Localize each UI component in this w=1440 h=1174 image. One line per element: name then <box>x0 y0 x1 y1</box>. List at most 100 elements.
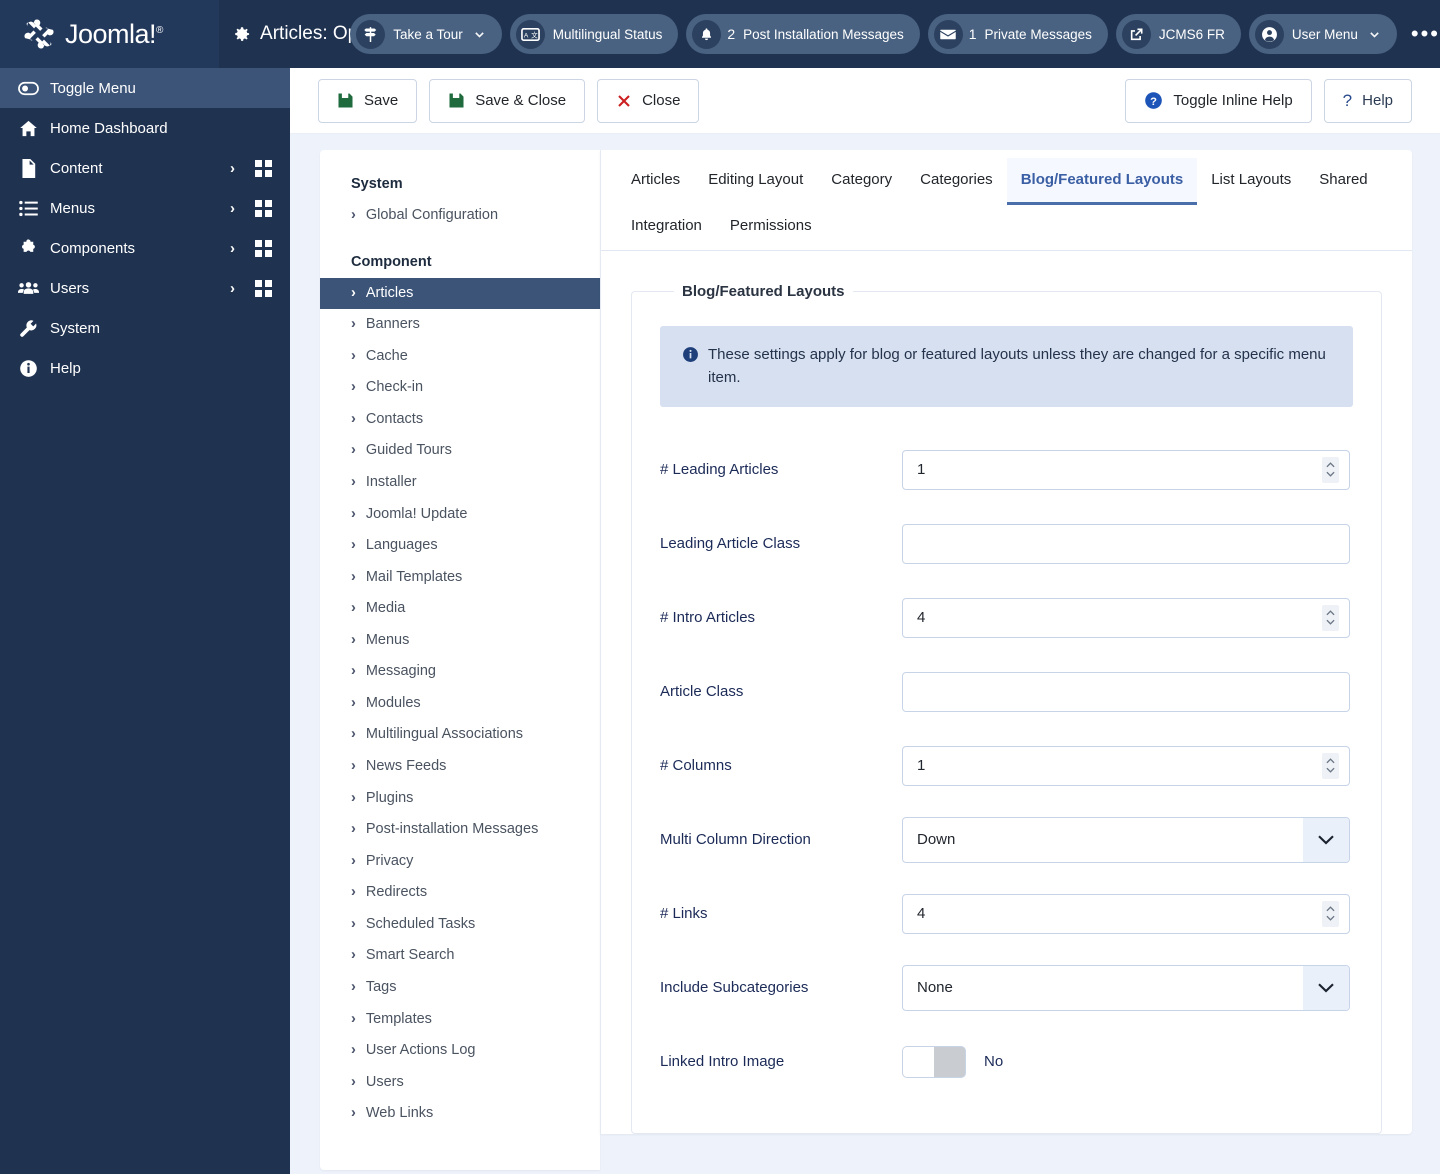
tab-blog-featured-layouts[interactable]: Blog/Featured Layouts <box>1006 158 1198 205</box>
nav-item-templates[interactable]: › Templates <box>320 1004 600 1036</box>
chevron-right-icon[interactable]: › <box>230 280 235 297</box>
grid-icon[interactable] <box>255 159 272 177</box>
document-icon <box>14 158 42 178</box>
nav-item-web-links[interactable]: › Web Links <box>320 1098 600 1130</box>
toggle-inline-help-button[interactable]: ? Toggle Inline Help <box>1125 78 1312 123</box>
nav-item-smart-search[interactable]: › Smart Search <box>320 940 600 972</box>
grid-icon[interactable] <box>255 279 272 297</box>
number-input-links[interactable] <box>902 893 1350 934</box>
sidebar-item-system[interactable]: System <box>0 308 290 348</box>
floppy-disk-icon <box>449 93 464 108</box>
chevron-up-icon[interactable] <box>1326 462 1335 468</box>
sidebar-item-home-dashboard[interactable]: Home Dashboard <box>0 108 290 148</box>
toggle-switch-linked-intro-image[interactable] <box>902 1045 966 1078</box>
tab-shared[interactable]: Shared <box>1305 158 1381 205</box>
nav-item-contacts[interactable]: › Contacts <box>320 404 600 436</box>
spinner-columns[interactable] <box>1322 752 1339 779</box>
chevron-down-icon[interactable] <box>1326 619 1335 625</box>
switch-knob[interactable] <box>903 1046 934 1077</box>
nav-item-redirects[interactable]: › Redirects <box>320 877 600 909</box>
spinner-intro-articles[interactable] <box>1322 604 1339 631</box>
sidebar-item-content[interactable]: Content › <box>0 148 290 188</box>
tab-category[interactable]: Category <box>817 158 906 205</box>
nav-item-languages[interactable]: › Languages <box>320 530 600 562</box>
select-include-subcategories[interactable]: None <box>902 964 1350 1011</box>
tab-categories[interactable]: Categories <box>906 158 1007 205</box>
nav-item-users[interactable]: › Users <box>320 1067 600 1099</box>
nav-item-mail-templates[interactable]: › Mail Templates <box>320 562 600 594</box>
grid-icon[interactable] <box>255 199 272 217</box>
user-menu-button[interactable]: User Menu <box>1248 14 1397 54</box>
tab-integration[interactable]: Integration <box>617 204 716 251</box>
tab-list-layouts[interactable]: List Layouts <box>1197 158 1305 205</box>
number-input-intro-articles[interactable] <box>902 597 1350 638</box>
chevron-down-icon[interactable] <box>1303 817 1349 862</box>
chevron-right-icon[interactable]: › <box>230 160 235 177</box>
nav-item-label: Smart Search <box>365 947 455 964</box>
sidebar-item-toggle-menu[interactable]: Toggle Menu <box>0 68 290 108</box>
header-overflow-button[interactable]: ••• <box>1411 23 1440 45</box>
puzzle-icon <box>14 238 42 258</box>
tab-editing-layout[interactable]: Editing Layout <box>694 158 817 205</box>
chevron-down-icon[interactable] <box>1326 471 1335 477</box>
nav-item-plugins[interactable]: › Plugins <box>320 783 600 815</box>
nav-item-news-feeds[interactable]: › News Feeds <box>320 751 600 783</box>
chevron-down-icon[interactable] <box>1326 767 1335 773</box>
help-button[interactable]: ? Help <box>1323 78 1412 123</box>
save-button[interactable]: Save <box>318 78 418 123</box>
chevron-up-icon[interactable] <box>1326 758 1335 764</box>
translate-icon: A文 <box>515 19 545 49</box>
nav-item-media[interactable]: › Media <box>320 593 600 625</box>
sidebar-item-components[interactable]: Components › <box>0 228 290 268</box>
tab-permissions[interactable]: Permissions <box>716 204 826 251</box>
nav-item-installer[interactable]: › Installer <box>320 467 600 499</box>
take-a-tour-button[interactable]: Take a Tour <box>350 14 502 54</box>
nav-item-label: Installer <box>365 473 417 490</box>
nav-item-label: Banners <box>365 316 420 333</box>
chevron-right-icon[interactable]: › <box>230 240 235 257</box>
chevron-up-icon[interactable] <box>1326 906 1335 912</box>
switch-track[interactable] <box>934 1046 965 1077</box>
chevron-right-icon[interactable]: › <box>230 200 235 217</box>
nav-item-modules[interactable]: › Modules <box>320 688 600 720</box>
chevron-down-icon[interactable] <box>1326 915 1335 921</box>
save-and-close-button[interactable]: Save & Close <box>429 78 586 123</box>
sidebar-item-help[interactable]: Help <box>0 348 290 388</box>
chevron-up-icon[interactable] <box>1326 610 1335 616</box>
sidebar-item-menus[interactable]: Menus › <box>0 188 290 228</box>
nav-item-check-in[interactable]: › Check-in <box>320 372 600 404</box>
nav-item-banners[interactable]: › Banners <box>320 309 600 341</box>
text-input-article-class[interactable] <box>902 671 1350 712</box>
nav-item-privacy[interactable]: › Privacy <box>320 846 600 878</box>
tab-articles[interactable]: Articles <box>617 158 694 205</box>
nav-item-scheduled-tasks[interactable]: › Scheduled Tasks <box>320 909 600 941</box>
nav-item-cache[interactable]: › Cache <box>320 341 600 373</box>
form-row-multi-column-direction: Multi Column Direction Down <box>660 803 1353 877</box>
nav-item-multilingual-associations[interactable]: › Multilingual Associations <box>320 719 600 751</box>
nav-item-post-installation-messages[interactable]: › Post-installation Messages <box>320 814 600 846</box>
close-button[interactable]: Close <box>597 78 700 123</box>
site-link-button[interactable]: JCMS6 FR <box>1115 14 1241 54</box>
nav-item-messaging[interactable]: › Messaging <box>320 656 600 688</box>
grid-icon[interactable] <box>255 239 272 257</box>
nav-item-joomla-update[interactable]: › Joomla! Update <box>320 499 600 531</box>
spinner-leading-articles[interactable] <box>1322 456 1339 483</box>
number-input-leading-articles[interactable] <box>902 449 1350 490</box>
nav-item-global-configuration[interactable]: › Global Configuration <box>320 200 600 232</box>
number-input-columns[interactable] <box>902 745 1350 786</box>
nav-item-menus[interactable]: › Menus <box>320 625 600 657</box>
spinner-links[interactable] <box>1322 900 1339 927</box>
sidebar-item-users[interactable]: Users › <box>0 268 290 308</box>
post-installation-messages-button[interactable]: 2 Post Installation Messages <box>686 14 920 54</box>
select-multi-column-direction[interactable]: Down <box>902 816 1350 863</box>
nav-item-guided-tours[interactable]: › Guided Tours <box>320 435 600 467</box>
nav-item-articles[interactable]: › Articles <box>320 277 600 310</box>
nav-item-tags[interactable]: › Tags <box>320 972 600 1004</box>
brand-logo[interactable]: Joomla!® <box>0 0 220 68</box>
multilingual-status-button[interactable]: A文 Multilingual Status <box>509 14 679 54</box>
chevron-down-icon[interactable] <box>1303 965 1349 1010</box>
private-messages-button[interactable]: 1 Private Messages <box>927 14 1108 54</box>
text-input-leading-article-class[interactable] <box>902 523 1350 564</box>
nav-item-user-actions-log[interactable]: › User Actions Log <box>320 1035 600 1067</box>
chevron-right-icon: › <box>351 726 356 743</box>
